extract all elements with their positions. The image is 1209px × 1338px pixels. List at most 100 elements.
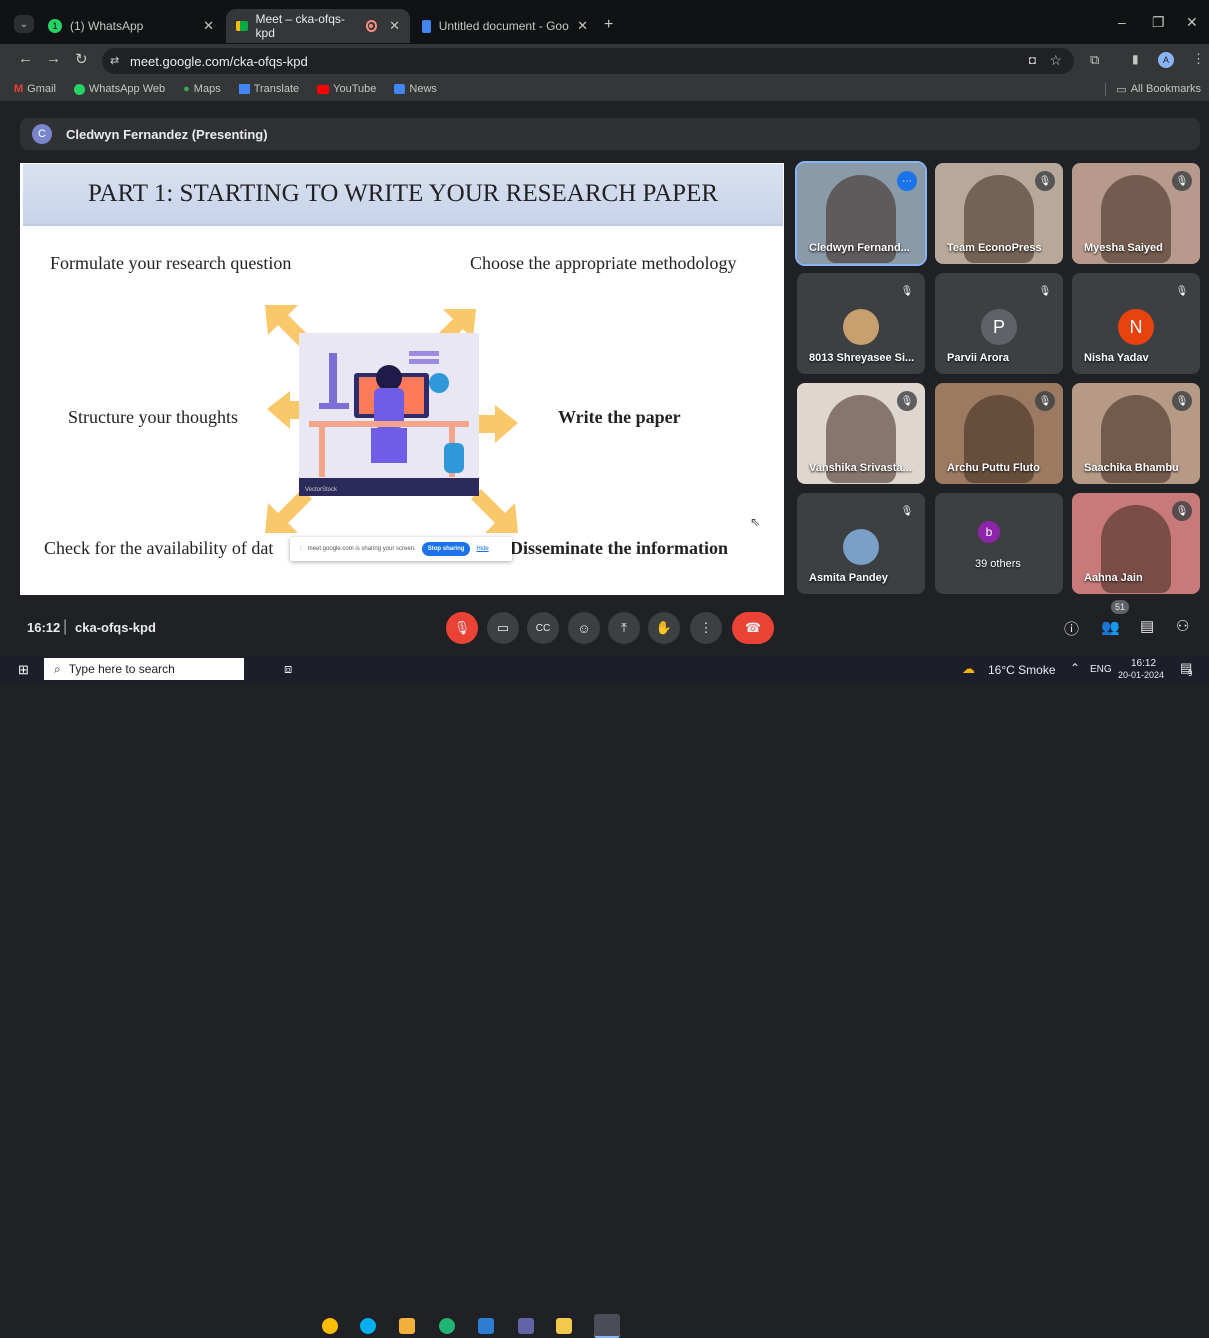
- chrome-icon[interactable]: [322, 1318, 338, 1334]
- bookmark-translate[interactable]: Translate: [238, 83, 299, 95]
- bookmark-maps[interactable]: ● Maps: [183, 83, 221, 95]
- language-indicator[interactable]: ENG: [1090, 664, 1112, 675]
- store-icon[interactable]: [399, 1318, 415, 1334]
- presenting-label: Cledwyn Fernandez (Presenting): [66, 126, 268, 142]
- bookmark-whatsapp[interactable]: WhatsApp Web: [73, 83, 166, 95]
- participant-name: 8013 Shreyasee Si...: [809, 352, 915, 364]
- chat-icon[interactable]: ▤: [1140, 617, 1154, 635]
- clock-date[interactable]: 20-01-2024: [1118, 670, 1164, 680]
- browser-menu-icon[interactable]: ⋮: [1192, 51, 1205, 67]
- camera-icon[interactable]: ◘: [1029, 53, 1036, 67]
- bookmark-news[interactable]: News: [394, 83, 437, 95]
- mic-off-icon: 🎙: [1035, 391, 1055, 411]
- meet-icon: [236, 21, 248, 31]
- tab-close-icon[interactable]: ✕: [577, 18, 588, 34]
- bookmark-label: Maps: [193, 83, 221, 95]
- minimize-icon[interactable]: –: [1118, 14, 1126, 30]
- more-options-button[interactable]: ⋮: [690, 612, 722, 644]
- participant-tile[interactable]: 🎙 Aahna Jain: [1072, 493, 1200, 594]
- tab-label: Untitled document - Google Do: [438, 19, 569, 33]
- skype-icon[interactable]: [360, 1318, 376, 1334]
- participant-tile[interactable]: 🎙 Team EconoPress: [935, 163, 1063, 264]
- browser-tab-bar: ⌄ 1 (1) WhatsApp ✕ Meet – cka-ofqs-kpd ✕…: [0, 0, 1209, 44]
- hide-link[interactable]: Hide: [476, 546, 488, 552]
- bookmark-label: WhatsApp Web: [88, 83, 166, 95]
- back-icon[interactable]: ←: [18, 50, 33, 67]
- participant-tile[interactable]: 🎙 Asmita Pandey: [797, 493, 925, 594]
- mic-off-button[interactable]: 🎙: [446, 612, 478, 644]
- all-bookmarks[interactable]: ▭ All Bookmarks: [1105, 82, 1201, 96]
- teams-icon[interactable]: [518, 1318, 534, 1334]
- meeting-info-icon[interactable]: ⓘ: [1064, 618, 1079, 639]
- drag-handle-icon[interactable]: ⁞: [300, 546, 302, 552]
- chrome-active-icon[interactable]: [594, 1314, 620, 1338]
- bookmark-youtube[interactable]: YouTube: [317, 83, 376, 95]
- stop-sharing-button[interactable]: Stop sharing: [421, 542, 471, 556]
- clock-time[interactable]: 16:12: [1131, 658, 1156, 669]
- activities-icon[interactable]: ⚇: [1176, 617, 1189, 635]
- participant-name: Nisha Yadav: [1084, 352, 1149, 364]
- folder-icon: ▭: [1116, 83, 1127, 96]
- participant-tile[interactable]: 🎙 Saachika Bhambu: [1072, 383, 1200, 484]
- participant-tile[interactable]: ⋯ Cledwyn Fernand...: [795, 161, 927, 266]
- participant-tile[interactable]: b 39 others: [935, 493, 1063, 594]
- presentation-slide: PART 1: STARTING TO WRITE YOUR RESEARCH …: [20, 163, 784, 595]
- captions-button[interactable]: CC: [527, 612, 559, 644]
- app-icon[interactable]: [478, 1318, 494, 1334]
- extensions-icon[interactable]: ⧉: [1090, 52, 1099, 68]
- arrow-right: [475, 405, 518, 443]
- site-settings-icon[interactable]: ⇄: [110, 54, 119, 67]
- present-button[interactable]: ⤒: [608, 612, 640, 644]
- camera-button[interactable]: ▭: [487, 612, 519, 644]
- weather-text[interactable]: 16°C Smoke: [988, 663, 1056, 677]
- close-window-icon[interactable]: ✕: [1186, 14, 1198, 31]
- participant-tile[interactable]: P 🎙 Parvii Arora: [935, 273, 1063, 374]
- leave-call-button[interactable]: ☎: [732, 612, 774, 644]
- more-options-icon[interactable]: ⋯: [897, 171, 917, 191]
- windows-start-icon[interactable]: ⊞: [18, 662, 29, 678]
- tab-whatsapp[interactable]: 1 (1) WhatsApp ✕: [38, 9, 224, 43]
- bookmark-star-icon[interactable]: ☆: [1049, 52, 1062, 69]
- participant-tile[interactable]: 🎙 Myesha Saiyed: [1072, 163, 1200, 264]
- tab-close-icon[interactable]: ✕: [203, 18, 214, 34]
- participant-tile[interactable]: 🎙 Archu Puttu Fluto: [935, 383, 1063, 484]
- new-tab-button[interactable]: +: [604, 16, 613, 34]
- desk-illustration: VectorStock: [299, 333, 479, 496]
- presenting-bar: C Cledwyn Fernandez (Presenting): [20, 118, 1200, 150]
- tab-search-button[interactable]: ⌄: [14, 15, 34, 33]
- reload-icon[interactable]: ↻: [75, 50, 88, 68]
- tab-google-docs[interactable]: Untitled document - Google Do ✕: [412, 9, 598, 43]
- vectorstock-watermark: VectorStock: [305, 487, 338, 493]
- participant-tile[interactable]: 🎙 8013 Shreyasee Si...: [797, 273, 925, 374]
- bookmarks-bar: M Gmail WhatsApp Web ● Maps Translate YouT…: [0, 77, 1209, 101]
- participant-tile[interactable]: N 🎙 Nisha Yadav: [1072, 273, 1200, 374]
- participant-name: 39 others: [975, 558, 1021, 570]
- bookmark-label: YouTube: [333, 83, 377, 95]
- file-explorer-icon[interactable]: [556, 1318, 572, 1334]
- tab-close-icon[interactable]: ✕: [389, 18, 400, 34]
- participant-tile[interactable]: 🎙 Vanshika Srivasta...: [797, 383, 925, 484]
- task-view-icon[interactable]: ⧈: [284, 661, 292, 677]
- participant-name: Saachika Bhambu: [1084, 462, 1179, 474]
- raise-hand-button[interactable]: ✋: [648, 612, 680, 644]
- meeting-time: 16:12: [27, 620, 61, 635]
- forward-icon[interactable]: →: [46, 50, 61, 67]
- bookmark-gmail[interactable]: M Gmail: [14, 83, 56, 95]
- url-bar[interactable]: ⇄ meet.google.com/cka-ofqs-kpd ◘ ☆: [102, 48, 1074, 74]
- meet-control-bar: 16:12 | cka-ofqs-kpd: [0, 605, 1209, 651]
- people-icon[interactable]: 👥: [1101, 618, 1120, 636]
- participant-name: Archu Puttu Fluto: [947, 462, 1040, 474]
- edge-icon[interactable]: [439, 1318, 455, 1334]
- participant-avatar: N: [1118, 309, 1154, 345]
- taskbar-search[interactable]: ⌕ Type here to search: [44, 658, 244, 680]
- mouse-cursor-icon: ⇖: [750, 515, 761, 529]
- profile-avatar[interactable]: A: [1158, 52, 1174, 68]
- tray-chevron-icon[interactable]: ⌃: [1070, 661, 1080, 675]
- maximize-icon[interactable]: ❐: [1152, 14, 1165, 31]
- taskbar-search-placeholder: Type here to search: [68, 662, 175, 676]
- emoji-button[interactable]: ☺: [568, 612, 600, 644]
- share-notice-text: meet.google.com is sharing your screen.: [307, 546, 416, 552]
- tab-meet[interactable]: Meet – cka-ofqs-kpd ✕: [226, 9, 410, 43]
- side-panel-icon[interactable]: ▮: [1132, 52, 1139, 66]
- participant-name: Vanshika Srivasta...: [809, 462, 912, 474]
